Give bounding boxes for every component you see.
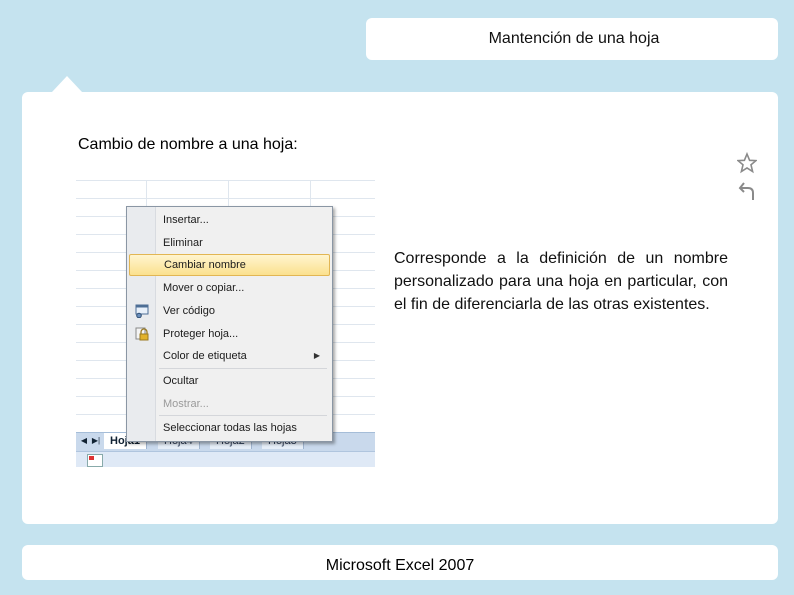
- menu-item-eliminar[interactable]: Eliminar: [129, 232, 328, 254]
- undo-icon[interactable]: [737, 180, 757, 202]
- menu-item-label: Insertar...: [163, 214, 209, 226]
- status-bar: [76, 451, 375, 467]
- menu-item-label: Mostrar...: [163, 398, 209, 410]
- menu-item-label: Color de etiqueta: [163, 350, 247, 362]
- section-heading: Cambio de nombre a una hoja:: [78, 136, 298, 153]
- menu-item-mostrar: Mostrar...: [129, 393, 328, 415]
- lock-icon: [135, 327, 149, 341]
- macro-record-icon[interactable]: [87, 454, 103, 467]
- title-box: Mantención de una hoja: [366, 18, 778, 60]
- menu-item-label: Seleccionar todas las hojas: [163, 422, 297, 434]
- page-title: Mantención de una hoja: [488, 30, 660, 47]
- menu-separator: [159, 415, 327, 416]
- menu-item-label: Ocultar: [163, 375, 199, 387]
- tab-scroll-last-icon[interactable]: ▶|: [90, 435, 102, 447]
- code-view-icon: [135, 304, 149, 318]
- menu-item-mover-copiar[interactable]: Mover o copiar...: [129, 277, 328, 299]
- menu-item-ver-codigo[interactable]: Ver código: [129, 300, 328, 322]
- menu-item-seleccionar-todas[interactable]: Seleccionar todas las hojas: [129, 417, 328, 439]
- menu-item-label: Mover o copiar...: [163, 282, 245, 294]
- tab-scroll-prev-icon[interactable]: ◀: [78, 435, 90, 447]
- menu-item-proteger-hoja[interactable]: Proteger hoja...: [129, 323, 328, 345]
- submenu-arrow-icon: ▶: [313, 351, 320, 360]
- context-menu: Insertar... Eliminar Cambiar nombre Move…: [126, 206, 333, 442]
- menu-item-cambiar-nombre[interactable]: Cambiar nombre: [129, 254, 330, 276]
- menu-item-label: Cambiar nombre: [164, 259, 246, 271]
- star-icon[interactable]: [737, 152, 757, 174]
- menu-item-label: Ver código: [163, 305, 215, 317]
- menu-item-label: Eliminar: [163, 237, 203, 249]
- menu-item-color-etiqueta[interactable]: Color de etiqueta ▶: [129, 345, 328, 367]
- menu-item-label: Proteger hoja...: [163, 328, 239, 340]
- menu-item-ocultar[interactable]: Ocultar: [129, 370, 328, 392]
- description-text: Corresponde a la definición de un nombre…: [394, 250, 728, 313]
- footer-box: Microsoft Excel 2007: [22, 545, 778, 580]
- footer-text: Microsoft Excel 2007: [325, 557, 475, 574]
- menu-separator: [159, 368, 327, 369]
- menu-item-insertar[interactable]: Insertar...: [129, 209, 328, 231]
- card-notch: [52, 76, 82, 92]
